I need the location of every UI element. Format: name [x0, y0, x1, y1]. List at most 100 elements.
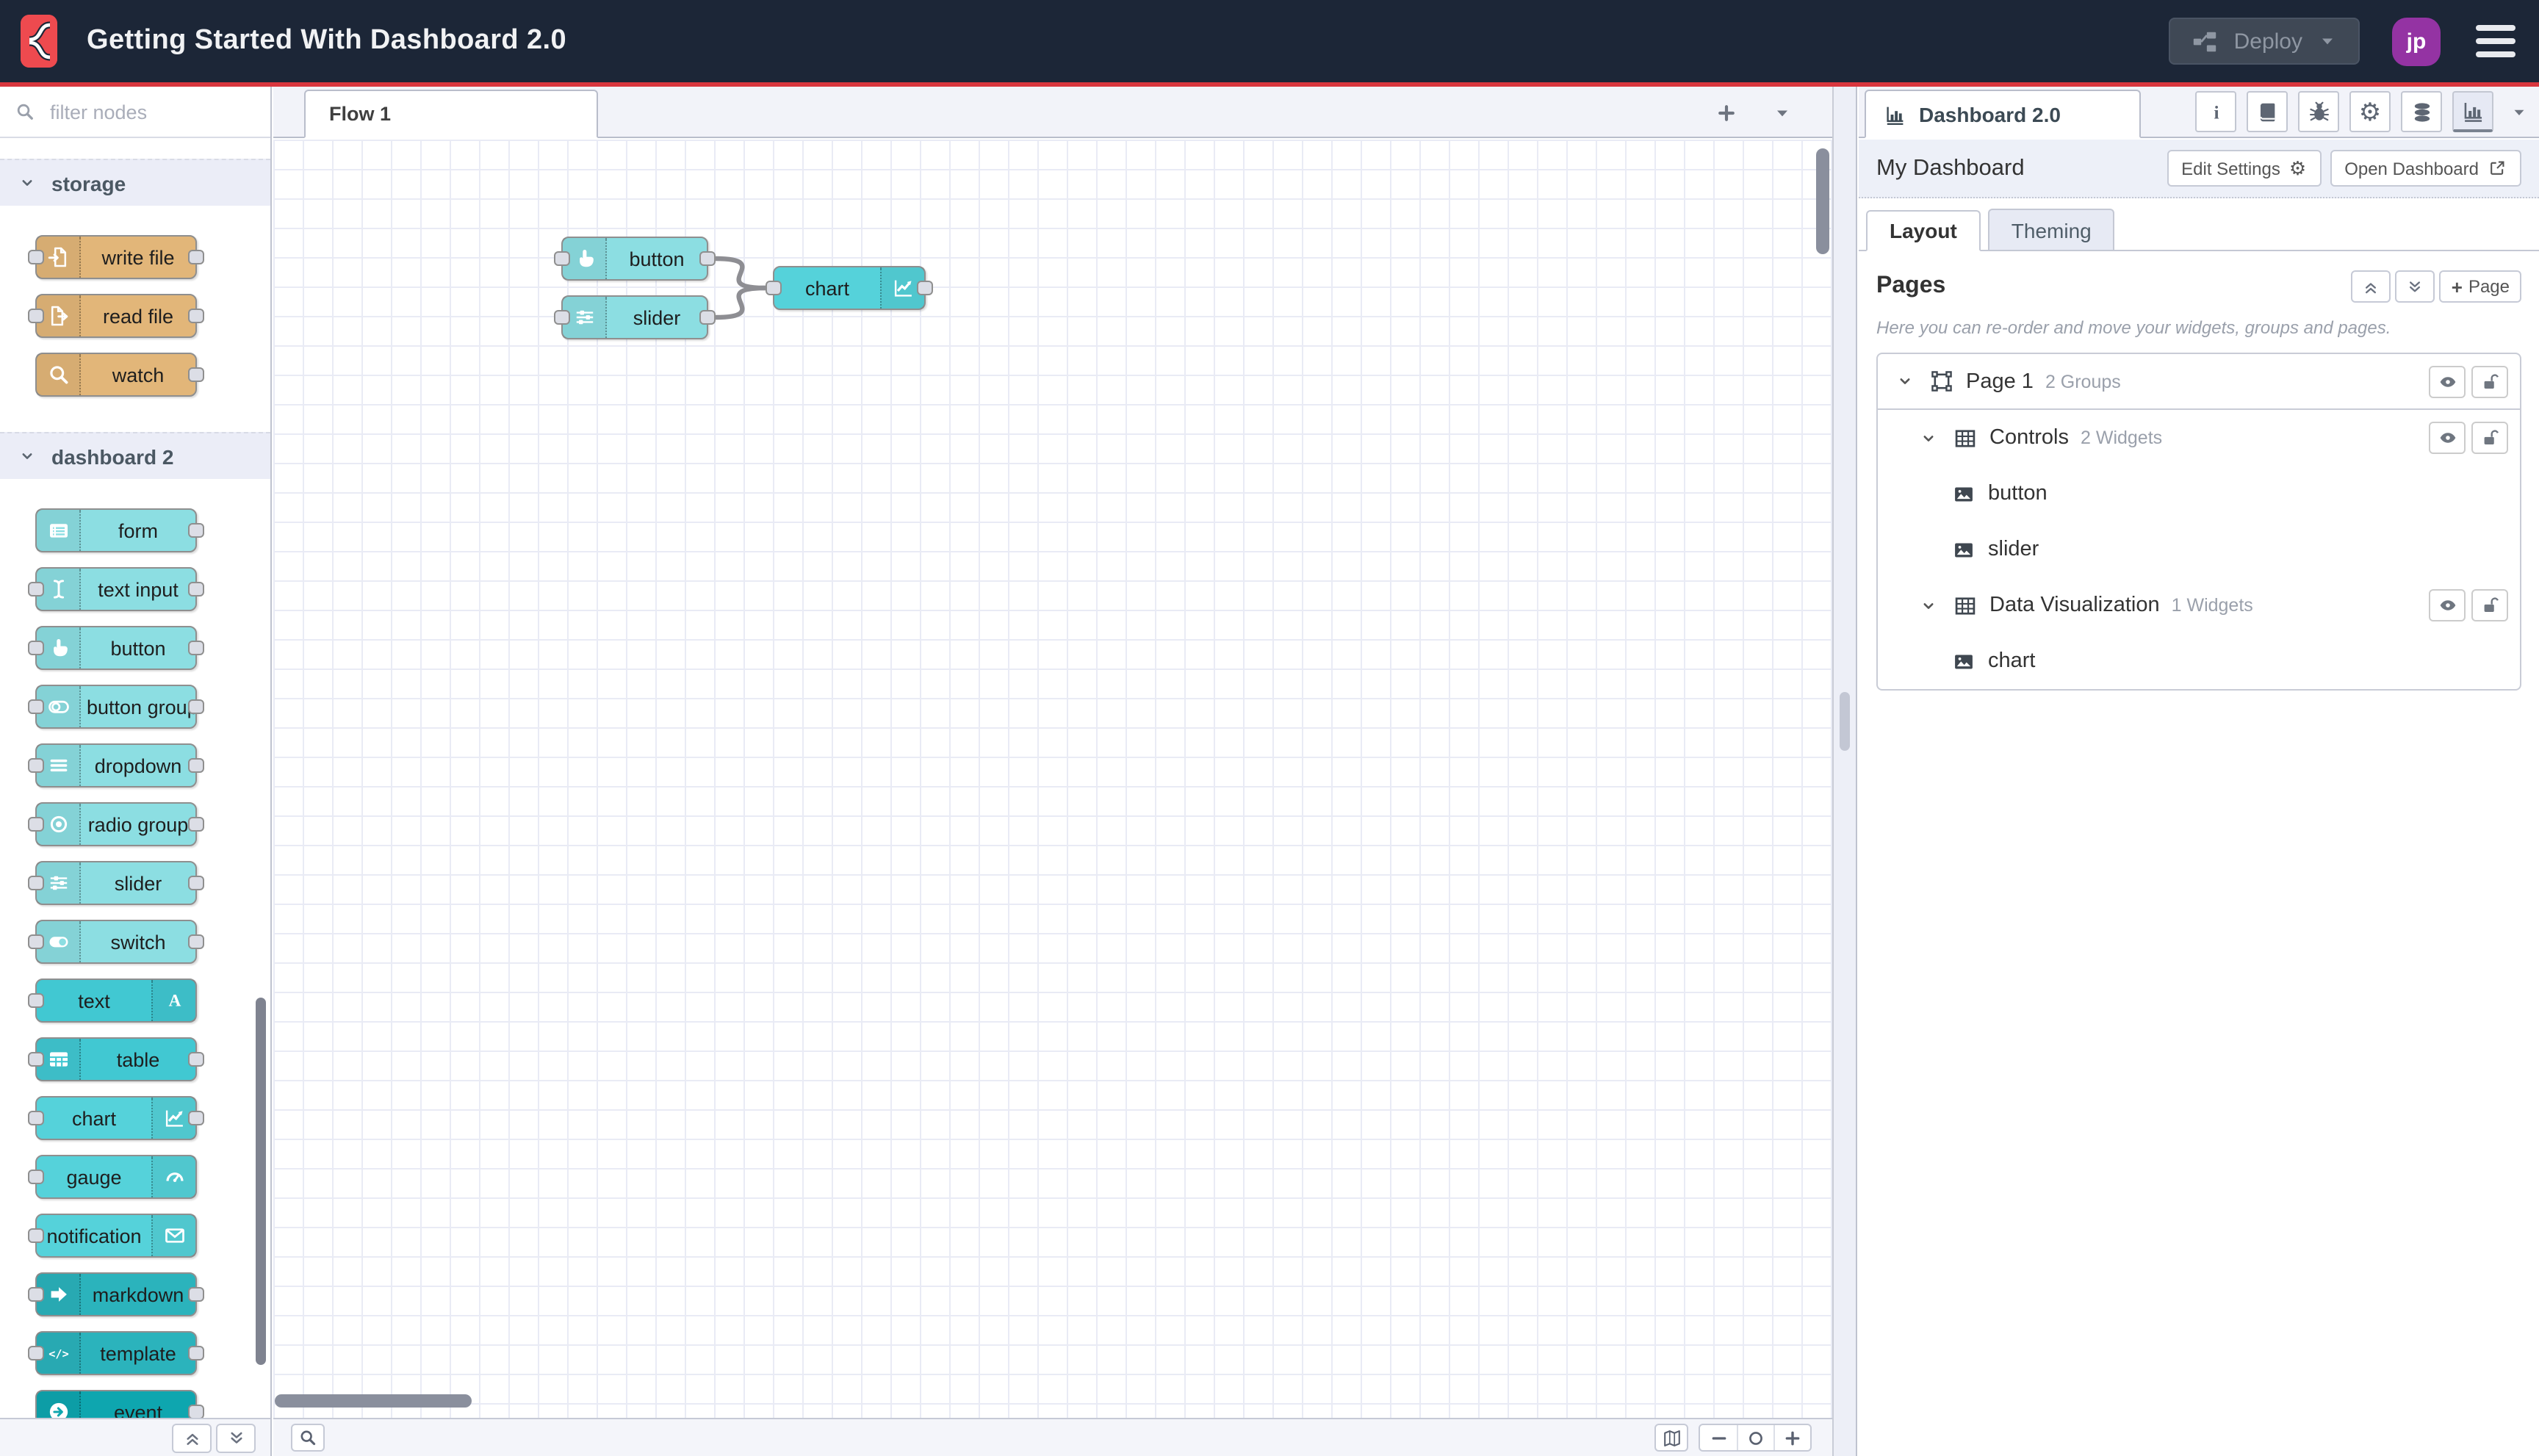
- wire[interactable]: [713, 256, 768, 291]
- search-icon: [37, 354, 81, 395]
- chevron-down-icon[interactable]: [1919, 596, 1942, 615]
- palette-node-button-group[interactable]: button group: [28, 685, 204, 729]
- palette-scrollbar[interactable]: [256, 998, 266, 1365]
- zoom-out-button[interactable]: [1700, 1425, 1737, 1450]
- deploy-options-chevron-icon[interactable]: [2317, 31, 2338, 51]
- node-label: read file: [102, 305, 174, 327]
- zoom-in-button[interactable]: [1773, 1425, 1810, 1450]
- navigator-map-button[interactable]: [1654, 1424, 1688, 1452]
- palette-node-text[interactable]: text A: [28, 979, 197, 1023]
- canvas-node-button[interactable]: button: [554, 237, 716, 281]
- sidebar-tool-layers-db-button[interactable]: [2401, 91, 2442, 132]
- palette-node-watch[interactable]: watch: [35, 353, 204, 397]
- sidebar-tab-label: Dashboard 2.0: [1919, 102, 2061, 126]
- flow-list-chevron-icon[interactable]: [1765, 95, 1800, 131]
- visibility-toggle-button[interactable]: [2429, 365, 2466, 397]
- palette-node-markdown[interactable]: markdown: [28, 1272, 204, 1316]
- palette-node-gauge[interactable]: gauge: [28, 1155, 197, 1199]
- palette-node-text-input[interactable]: text input: [28, 567, 204, 611]
- canvas-horizontal-scrollbar[interactable]: [275, 1394, 472, 1408]
- deploy-button[interactable]: Deploy: [2169, 18, 2360, 65]
- sidebar-tool-info-button[interactable]: i: [2195, 91, 2236, 132]
- palette-node-switch[interactable]: switch: [28, 920, 204, 964]
- tab-flow-1[interactable]: Flow 1: [304, 90, 598, 138]
- sidebar-splitter[interactable]: [1832, 87, 1857, 1456]
- output-port: [188, 699, 204, 714]
- output-port: [188, 250, 204, 264]
- main-area: storage write file read file watch dashboard…: [0, 87, 2539, 1456]
- user-avatar[interactable]: jp: [2392, 17, 2441, 65]
- node-red-logo-icon: [21, 15, 57, 68]
- palette-category-storage[interactable]: storage: [0, 159, 270, 206]
- plus-icon: +: [2451, 275, 2463, 298]
- tree-row-button[interactable]: button: [1878, 466, 2520, 522]
- header-actions: Deploy jp: [2169, 17, 2518, 65]
- palette-node-event[interactable]: event: [35, 1390, 204, 1418]
- pages-panel: Pages + Page Here you can re-order and m…: [1859, 251, 2539, 1456]
- tree-row-page-1[interactable]: Page 1 2 Groups: [1878, 354, 2520, 410]
- move-down-button[interactable]: [2395, 270, 2435, 303]
- canvas-vertical-scrollbar[interactable]: [1816, 148, 1829, 254]
- open-dashboard-button[interactable]: Open Dashboard: [2330, 150, 2521, 187]
- palette-node-chart[interactable]: chart: [28, 1096, 204, 1140]
- tree-row-controls[interactable]: Controls 2 Widgets: [1878, 410, 2520, 466]
- input-port: [28, 1052, 44, 1067]
- palette-node-notification[interactable]: notification: [28, 1214, 197, 1258]
- splitter-drag-handle[interactable]: [1840, 692, 1850, 751]
- palette-node-dropdown[interactable]: dropdown: [28, 743, 204, 788]
- edit-settings-button[interactable]: Edit Settings ⚙: [2167, 150, 2322, 187]
- visibility-toggle-button[interactable]: [2429, 589, 2466, 621]
- collapse-all-categories-button[interactable]: [172, 1423, 212, 1452]
- add-page-button[interactable]: + Page: [2439, 270, 2521, 303]
- palette-category-dashboard-2[interactable]: dashboard 2: [0, 432, 270, 479]
- zoom-reset-button[interactable]: [1737, 1425, 1773, 1450]
- add-flow-button[interactable]: [1709, 95, 1744, 131]
- move-up-button[interactable]: [2351, 270, 2391, 303]
- tab-dashboard-2[interactable]: Dashboard 2.0: [1865, 90, 2141, 138]
- lock-toggle-button[interactable]: [2471, 589, 2508, 621]
- palette-node-button[interactable]: button: [28, 626, 204, 670]
- sidebar-tool-gear-button[interactable]: ⚙: [2349, 91, 2391, 132]
- output-port: [699, 251, 716, 266]
- tree-row-slider[interactable]: slider: [1878, 522, 2520, 577]
- sidebar-tool-chart-bars-button[interactable]: [2452, 91, 2493, 132]
- output-port: [917, 281, 933, 295]
- node-label: markdown: [92, 1283, 184, 1305]
- avatar-initials: jp: [2406, 29, 2427, 54]
- palette-node-template[interactable]: </> template: [28, 1331, 204, 1375]
- sidebar-tool-book-button[interactable]: [2247, 91, 2288, 132]
- palette-node-table[interactable]: table: [28, 1037, 204, 1081]
- tab-layout[interactable]: Layout: [1866, 210, 1981, 251]
- visibility-toggle-button[interactable]: [2429, 422, 2466, 454]
- tab-theming[interactable]: Theming: [1987, 209, 2115, 250]
- wire[interactable]: [713, 285, 768, 320]
- palette-node-read-file[interactable]: read file: [28, 294, 204, 338]
- flow-canvas[interactable]: button slider chart: [273, 140, 1832, 1418]
- palette-node-slider[interactable]: slider: [28, 861, 204, 905]
- pages-controls: + Page: [2351, 270, 2521, 303]
- input-port: [28, 1170, 44, 1184]
- gear-icon: ⚙: [2358, 98, 2382, 126]
- tree-row-chart[interactable]: chart: [1878, 633, 2520, 689]
- chevron-down-icon[interactable]: [1895, 372, 1919, 391]
- canvas-node-chart[interactable]: chart: [766, 266, 933, 310]
- palette-node-form[interactable]: form: [35, 508, 204, 552]
- palette-filter-input[interactable]: [47, 99, 256, 124]
- layout-tree: Page 1 2 Groups Controls 2 Widgets button sli…: [1876, 353, 2521, 691]
- lock-toggle-button[interactable]: [2471, 422, 2508, 454]
- lock-toggle-button[interactable]: [2471, 365, 2508, 397]
- main-menu-button[interactable]: [2473, 19, 2518, 63]
- sidebar-menu-chevron-icon[interactable]: [2504, 91, 2533, 132]
- chevron-down-icon[interactable]: [1919, 428, 1942, 447]
- input-port: [28, 641, 44, 655]
- palette-node-radio-group[interactable]: radio group: [28, 802, 204, 846]
- expand-all-categories-button[interactable]: [216, 1423, 256, 1452]
- search-flows-button[interactable]: [291, 1424, 325, 1452]
- node-label: table: [116, 1048, 160, 1070]
- svg-text:i: i: [2213, 101, 2218, 123]
- canvas-node-slider[interactable]: slider: [554, 295, 716, 339]
- palette-node-write-file[interactable]: write file: [28, 235, 204, 279]
- sidebar-tool-bug-button[interactable]: [2298, 91, 2339, 132]
- widget-image-icon: [1951, 537, 1976, 562]
- tree-row-data-visualization[interactable]: Data Visualization 1 Widgets: [1878, 577, 2520, 633]
